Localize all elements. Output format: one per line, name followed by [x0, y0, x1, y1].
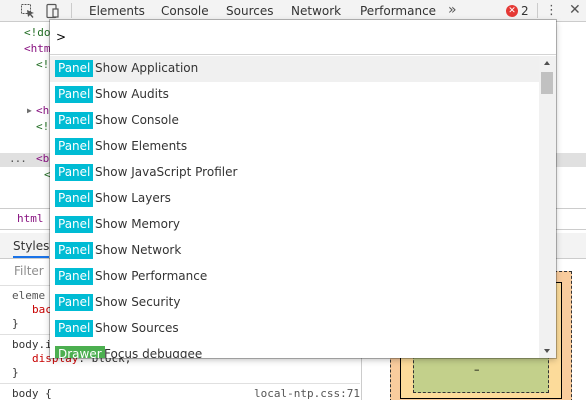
command-item[interactable]: Panel Show Network	[50, 238, 539, 264]
command-item[interactable]: Panel Show Memory	[50, 212, 539, 238]
command-item-label: Show Layers	[95, 191, 171, 205]
css-source-link[interactable]: local-ntp.css:71	[254, 387, 360, 400]
command-item-label: Show Console	[95, 113, 179, 127]
command-item[interactable]: Panel Show Performance	[50, 264, 539, 290]
command-item[interactable]: Panel Show Console	[50, 108, 539, 134]
command-item-label: Show Application	[95, 61, 199, 75]
close-icon[interactable]: ✕	[569, 2, 581, 18]
panel-badge: Panel	[55, 242, 94, 259]
scroll-up-arrow-icon[interactable]	[539, 56, 556, 70]
scroll-thumb[interactable]	[541, 72, 553, 94]
more-options-icon[interactable]: ⋮	[545, 3, 558, 19]
devtools-window: Elements Console Sources Network Perform…	[0, 0, 586, 400]
devtools-toolbar: Elements Console Sources Network Perform…	[0, 0, 586, 22]
css-selector: body.i	[12, 338, 52, 351]
panel-badge: Panel	[55, 60, 94, 77]
command-item-label: Focus debuggee	[104, 347, 203, 358]
command-item-label: Show Performance	[95, 269, 208, 283]
panel-badge: Panel	[55, 112, 94, 129]
tab-elements[interactable]: Elements	[89, 3, 145, 19]
command-menu: PanelShow ApplicationPanelShow AuditsPan…	[50, 20, 556, 358]
error-count: 2	[521, 4, 529, 18]
error-counter[interactable]: ✕ 2	[506, 3, 529, 19]
error-icon: ✕	[506, 5, 518, 17]
ellipsis-icon[interactable]: ...	[9, 152, 27, 165]
css-close-brace: }	[12, 317, 19, 330]
elements-scroll-area	[555, 56, 586, 216]
command-item-label: Show Memory	[95, 217, 180, 231]
css-close-brace: }	[12, 366, 19, 379]
panel-badge: Panel	[55, 268, 94, 285]
dom-line[interactable]: <!do	[24, 26, 51, 39]
command-list: Panel Show Application Panel Show Audits Pan…	[50, 56, 539, 358]
dom-line[interactable]: <!	[36, 58, 49, 71]
tab-performance[interactable]: Performance	[360, 3, 436, 19]
panel-badge: Panel	[55, 86, 94, 103]
panel-badge: Panel	[55, 190, 94, 207]
command-item-label: Show Audits	[95, 87, 169, 101]
panel-badge: Panel	[55, 294, 94, 311]
more-tabs-icon[interactable]: »	[448, 0, 457, 20]
tab-console[interactable]: Console	[161, 3, 209, 19]
breadcrumb-item[interactable]: html	[17, 212, 44, 225]
command-item-label: Show Security	[95, 295, 181, 309]
drawer-badge: Drawer	[55, 346, 105, 358]
toolbar-separator	[537, 3, 538, 18]
inspect-element-icon[interactable]	[20, 3, 36, 19]
command-item[interactable]: Panel Show JavaScript Profiler	[50, 160, 539, 186]
panel-badge: Panel	[55, 320, 94, 337]
rule-divider	[0, 383, 360, 384]
scroll-down-arrow-icon[interactable]	[539, 344, 556, 358]
toolbar-separator	[71, 3, 72, 18]
device-toolbar-icon[interactable]	[44, 3, 60, 19]
command-item[interactable]: Panel Show Layers	[50, 186, 539, 212]
command-item[interactable]: Drawer Focus debuggee	[50, 342, 539, 358]
css-selector: body {	[12, 387, 52, 400]
styles-filter-input[interactable]: Filter	[14, 264, 44, 278]
tab-styles[interactable]: Styles	[13, 236, 50, 258]
dom-line[interactable]: <htm	[24, 42, 51, 55]
box-model-padding-value: –	[474, 363, 480, 376]
tab-sources[interactable]: Sources	[226, 3, 273, 19]
command-item[interactable]: Panel Show Audits	[50, 82, 539, 108]
command-item-label: Show JavaScript Profiler	[95, 165, 238, 179]
command-item-label: Show Elements	[95, 139, 188, 153]
command-item-label: Show Network	[95, 243, 182, 257]
expand-triangle-icon[interactable]: ▶	[27, 106, 32, 115]
tab-network[interactable]: Network	[291, 3, 341, 19]
command-item[interactable]: Panel Show Elements	[50, 134, 539, 160]
command-item[interactable]: Panel Show Security	[50, 290, 539, 316]
panel-badge: Panel	[55, 216, 94, 233]
dom-line[interactable]: <!	[36, 120, 49, 133]
command-list-scrollbar[interactable]	[539, 56, 556, 358]
command-item[interactable]: Panel Show Application	[50, 56, 539, 82]
css-selector: eleme	[12, 289, 46, 302]
command-item-label: Show Sources	[95, 321, 179, 335]
command-item[interactable]: Panel Show Sources	[50, 316, 539, 342]
command-input[interactable]	[56, 27, 536, 47]
panel-badge: Panel	[55, 164, 94, 181]
panel-badge: Panel	[55, 138, 94, 155]
css-property[interactable]: bac	[32, 303, 52, 316]
command-input-row	[50, 20, 556, 55]
